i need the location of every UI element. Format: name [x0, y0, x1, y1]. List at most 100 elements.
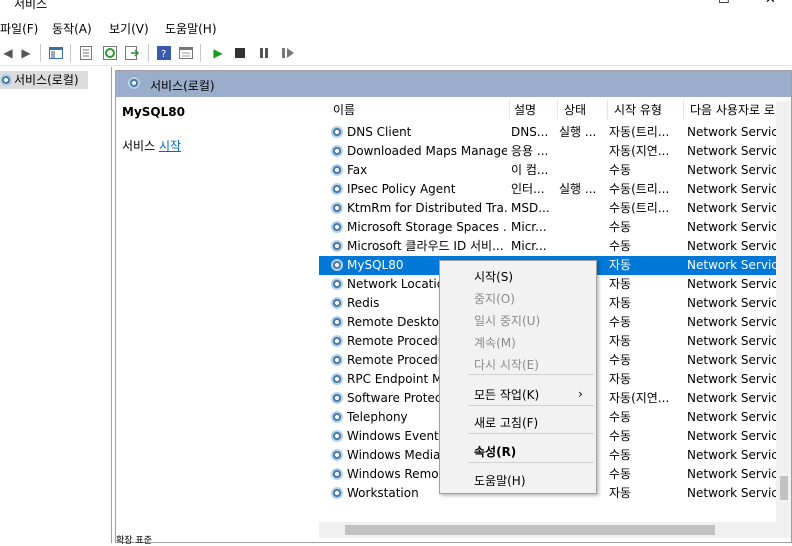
service-startup-type: 수동 [609, 429, 632, 443]
toolbar-separator [148, 44, 149, 62]
forward-arrow-icon[interactable]: ▶ [18, 45, 34, 61]
gear-icon [331, 221, 343, 233]
service-startup-type: 수동 [609, 410, 632, 424]
horizontal-scrollbar-thumb[interactable] [345, 525, 715, 535]
column-header-logon-as[interactable]: 다음 사용자로 로 [684, 100, 784, 120]
column-header-name[interactable]: 이름 [319, 100, 510, 120]
refresh-icon[interactable] [102, 45, 118, 61]
service-startup-type: 자동 [609, 486, 632, 500]
gear-icon [331, 164, 343, 176]
service-name: KtmRm for Distributed Tra... [347, 201, 507, 215]
context-menu-item: 중지(O) [474, 292, 515, 306]
service-logon-as: Network Service [687, 182, 779, 196]
service-logon-as: Network Service [687, 220, 779, 234]
service-logon-as: Network Service [687, 258, 779, 272]
horizontal-scrollbar[interactable] [319, 522, 791, 538]
menu-file[interactable]: 파일(F) [0, 20, 38, 37]
service-startup-type: 자동 [609, 258, 632, 272]
gear-icon [331, 259, 343, 271]
service-startup-type: 수동 [609, 353, 632, 367]
tree-item-label: 서비스(로컬) [14, 73, 79, 87]
console-view-icon[interactable] [178, 45, 194, 61]
panel-header-label: 서비스(로컬) [150, 79, 215, 93]
service-logon-as: Network Service [687, 201, 779, 215]
back-arrow-icon[interactable]: ◀ [0, 45, 16, 61]
service-startup-type: 자동 [609, 334, 632, 348]
service-description: Micr... [511, 220, 547, 234]
service-name: Microsoft Storage Spaces ... [347, 220, 507, 234]
service-logon-as: Network Service [687, 391, 779, 405]
help-icon[interactable]: ? [156, 45, 172, 61]
menu-help[interactable]: 도움말(H) [165, 20, 217, 37]
gear-icon [331, 354, 343, 366]
maximize-button[interactable]: ☐ [718, 0, 730, 7]
service-description: 응용 ... [511, 144, 549, 158]
restart-icon[interactable] [280, 45, 296, 61]
gear-icon [331, 278, 343, 290]
menu-action[interactable]: 동작(A) [52, 20, 92, 37]
view-tabs[interactable]: 확장 표준 [116, 533, 216, 546]
column-header-description[interactable]: 설명 [510, 100, 558, 120]
service-description: MSD... [511, 201, 550, 215]
service-startup-type: 자동(지연... [609, 144, 670, 158]
minimize-button[interactable]: — [676, 0, 689, 7]
start-service-link[interactable]: 시작 [159, 139, 181, 153]
description-pane: MySQL80 서비스 시작 [116, 97, 319, 542]
service-logon-as: Network Service [687, 448, 779, 462]
gear-icon [331, 126, 343, 138]
selected-service-title: MySQL80 [122, 105, 185, 119]
context-menu-separator [468, 405, 594, 406]
context-menu-item[interactable]: 새로 고침(F) [474, 413, 538, 433]
table-row[interactable]: KtmRm for Distributed Tra... MSD... 수동(트리.… [319, 199, 791, 218]
table-row[interactable]: Downloaded Maps Manager 응용 ... 자동(지연... Net… [319, 142, 791, 161]
service-logon-as: Network Service [687, 372, 779, 386]
service-status: 실행 ... [559, 182, 597, 196]
gear-icon [331, 240, 343, 252]
export-list-icon[interactable] [124, 45, 140, 61]
context-menu-item: 계속(M) [474, 336, 516, 350]
context-menu-item[interactable]: 속성(R) [474, 442, 516, 462]
vertical-scrollbar[interactable] [776, 101, 791, 522]
table-row[interactable]: Microsoft Storage Spaces ... Micr... 수동 Net… [319, 218, 791, 237]
play-icon[interactable]: ▶ [210, 45, 226, 61]
gear-icon [331, 145, 343, 157]
window-title: 서비스 [14, 0, 48, 11]
service-logon-as: Network Service [687, 163, 779, 177]
service-startup-type: 자동(지연... [609, 391, 670, 405]
service-name: Fax [347, 163, 368, 177]
pause-icon[interactable] [256, 45, 272, 61]
properties-icon[interactable] [78, 45, 94, 61]
gear-icon [331, 316, 343, 328]
vertical-scrollbar-thumb[interactable] [780, 476, 788, 500]
service-description: 이 컴... [511, 163, 549, 177]
column-header-status[interactable]: 상태 [558, 100, 608, 120]
gear-icon [331, 487, 343, 499]
table-row[interactable]: DNS Client DNS... 실행 ... 자동(트리... Network Se… [319, 123, 791, 142]
service-startup-type: 수동 [609, 239, 632, 253]
service-name: IPsec Policy Agent [347, 182, 456, 196]
gear-icon [331, 373, 343, 385]
close-button[interactable]: ✕ [765, 0, 776, 7]
context-menu-item[interactable]: 시작(S) [474, 267, 513, 287]
service-name: Downloaded Maps Manager [347, 144, 507, 158]
gear-icon [331, 468, 343, 480]
service-description: Micr... [511, 239, 547, 253]
table-row[interactable]: Microsoft 클라우드 ID 서비... Micr... 수동 Network … [319, 237, 791, 256]
context-menu-separator [468, 374, 594, 375]
svg-text:?: ? [161, 49, 166, 60]
service-logon-as: Network Service [687, 125, 779, 139]
menu-view[interactable]: 보기(V) [109, 20, 149, 37]
console-tree-icon[interactable] [48, 45, 64, 61]
table-row[interactable]: IPsec Policy Agent 인터... 실행 ... 수동(트리... Net… [319, 180, 791, 199]
service-description: 인터... [511, 182, 545, 196]
service-logon-as: Network Service [687, 467, 779, 481]
gear-icon [331, 430, 343, 442]
stop-icon[interactable] [232, 45, 248, 61]
context-menu-item[interactable]: 도움말(H) [474, 471, 526, 491]
column-header-startup-type[interactable]: 시작 유형 [608, 100, 684, 120]
service-logon-as: Network Service [687, 353, 779, 367]
context-menu-item[interactable]: 모든 작업(K) [474, 385, 539, 405]
service-startup-type: 자동 [609, 372, 632, 386]
table-row[interactable]: Fax 이 컴... 수동 Network Service [319, 161, 791, 180]
tree-item-services-local[interactable]: 서비스(로컬) [0, 71, 88, 89]
